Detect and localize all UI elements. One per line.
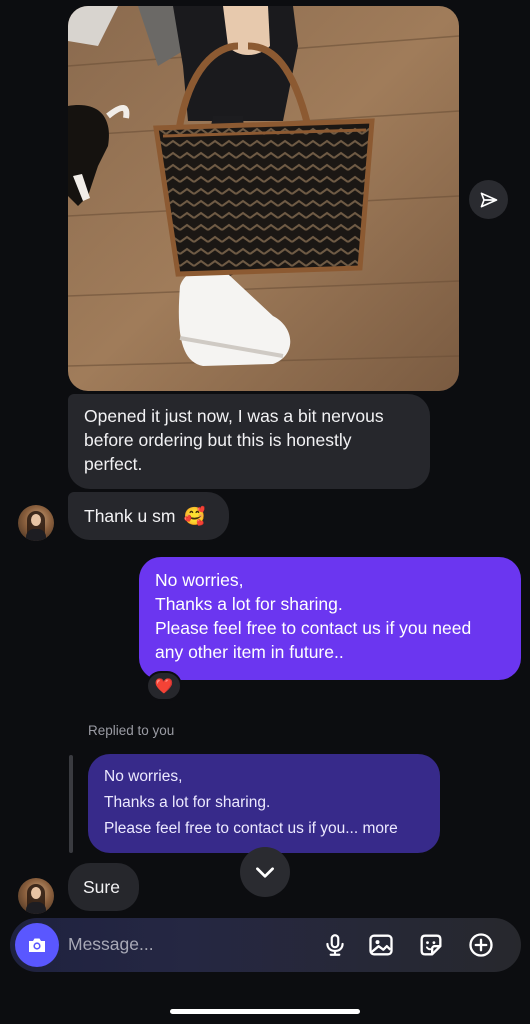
quote-line: Please feel free to contact us if you...… <box>104 820 398 837</box>
sticker-button[interactable] <box>416 930 446 960</box>
paper-plane-icon <box>480 192 497 207</box>
sticker-icon <box>420 934 442 956</box>
message-line: No worries, <box>155 570 244 590</box>
plus-circle-icon <box>469 933 493 957</box>
shared-photo[interactable] <box>68 6 459 391</box>
message-input[interactable]: Message... <box>68 934 154 955</box>
message-line: Please feel free to contact us if you ne… <box>155 618 472 638</box>
incoming-message[interactable]: Sure <box>68 863 139 911</box>
share-button[interactable] <box>469 180 508 219</box>
message-text: Thank u sm <box>84 506 176 526</box>
heart-icon: ❤️ <box>154 678 174 695</box>
scroll-to-bottom-button[interactable] <box>240 847 290 897</box>
reply-indicator-bar <box>69 755 73 853</box>
camera-icon <box>29 938 45 952</box>
image-icon <box>369 934 393 956</box>
microphone-button[interactable] <box>320 930 350 960</box>
replied-label: Replied to you <box>88 723 175 738</box>
home-indicator[interactable] <box>170 1009 360 1014</box>
camera-button[interactable] <box>15 923 59 967</box>
outgoing-message[interactable]: No worries, Thanks a lot for sharing. Pl… <box>139 557 521 680</box>
incoming-message[interactable]: Thank u sm 🥰 <box>68 492 229 540</box>
avatar[interactable] <box>18 878 54 914</box>
smiling-hearts-emoji: 🥰 <box>183 506 206 526</box>
reply-quote[interactable]: No worries, Thanks a lot for sharing. Pl… <box>88 754 440 853</box>
message-text: Opened it just now, I was a bit nervous … <box>84 406 384 474</box>
photo-handbag-image <box>68 6 459 391</box>
microphone-icon <box>326 934 344 956</box>
add-button[interactable] <box>466 930 496 960</box>
quote-line: No worries, <box>104 768 183 785</box>
message-text: Sure <box>83 877 120 897</box>
message-line: Thanks a lot for sharing. <box>155 594 343 614</box>
heart-reaction[interactable]: ❤️ <box>146 671 182 701</box>
message-line: any other item in future.. <box>155 642 344 662</box>
incoming-message[interactable]: Opened it just now, I was a bit nervous … <box>68 394 430 489</box>
gallery-button[interactable] <box>366 930 396 960</box>
quote-line: Thanks a lot for sharing. <box>104 794 271 811</box>
avatar[interactable] <box>18 505 54 541</box>
message-composer: Message... <box>10 918 521 972</box>
chevron-down-icon <box>256 867 274 878</box>
